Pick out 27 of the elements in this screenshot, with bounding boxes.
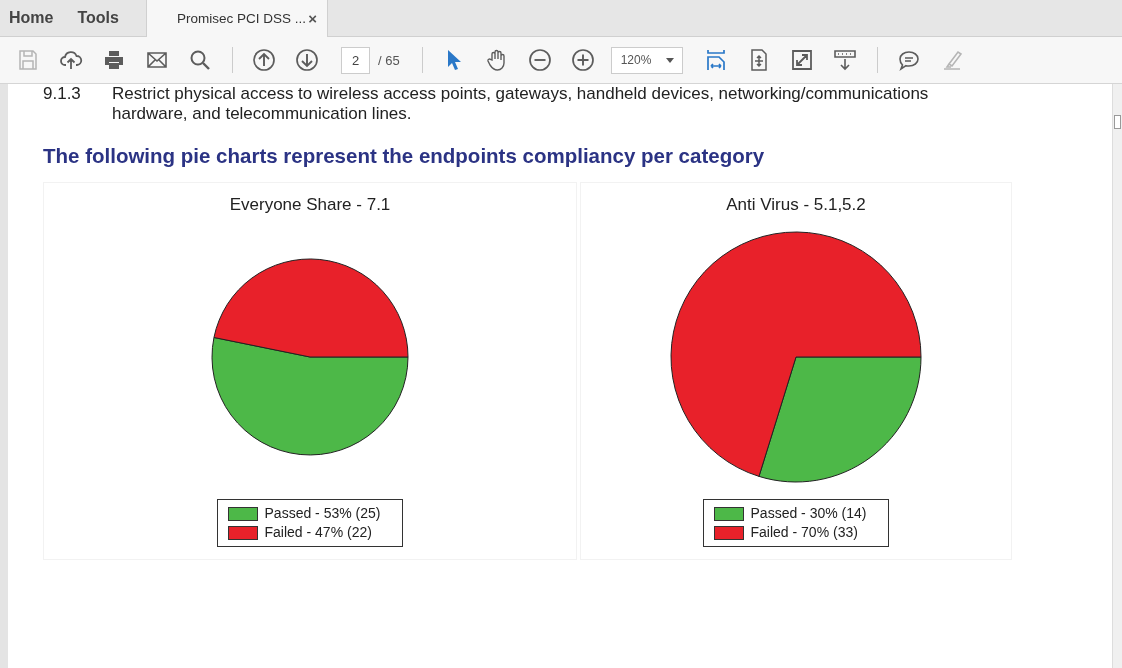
section-number: 9.1.3 xyxy=(43,84,82,105)
nav-tab[interactable]: Home xyxy=(0,0,66,36)
scrollbar[interactable] xyxy=(1112,84,1122,668)
search-icon[interactable] xyxy=(188,48,212,72)
nav-tab[interactable]: Tools xyxy=(65,0,131,36)
section-heading: The following pie charts represent the endpoints compliancy per category xyxy=(43,144,766,168)
cloud-upload-icon[interactable] xyxy=(59,48,83,72)
zoom-dropdown[interactable]: 120% xyxy=(610,46,683,74)
body-text-line: hardware, and telecommunication lines. xyxy=(112,104,413,124)
legend-label: Failed - 70% (33) xyxy=(750,523,858,542)
close-tab-button[interactable]: × xyxy=(308,10,317,27)
legend-label: Passed - 53% (25) xyxy=(264,504,381,523)
legend-label: Passed - 30% (14) xyxy=(750,504,867,523)
comment-icon[interactable] xyxy=(896,48,921,72)
legend-label: Failed - 47% (22) xyxy=(264,523,372,542)
page-total: / 65 xyxy=(378,52,400,68)
keyboard-down-icon[interactable] xyxy=(832,48,857,72)
body-text-line: Restrict physical access to wireless access points, gateways, handheld devices, networking/communications xyxy=(112,84,929,104)
page-number-field[interactable]: 2 xyxy=(341,46,370,74)
chart-title: Anti Virus - 5.1,5.2 xyxy=(726,195,866,215)
print-icon[interactable] xyxy=(102,48,126,72)
chart-title: Everyone Share - 7.1 xyxy=(229,195,391,215)
zoom-out-icon[interactable] xyxy=(527,48,552,72)
document-tab[interactable]: Promisec PCI DSS ...× xyxy=(145,0,328,37)
caret-icon[interactable] xyxy=(665,57,674,63)
zoom-in-icon[interactable] xyxy=(570,48,595,72)
full-screen-icon[interactable] xyxy=(789,48,814,72)
